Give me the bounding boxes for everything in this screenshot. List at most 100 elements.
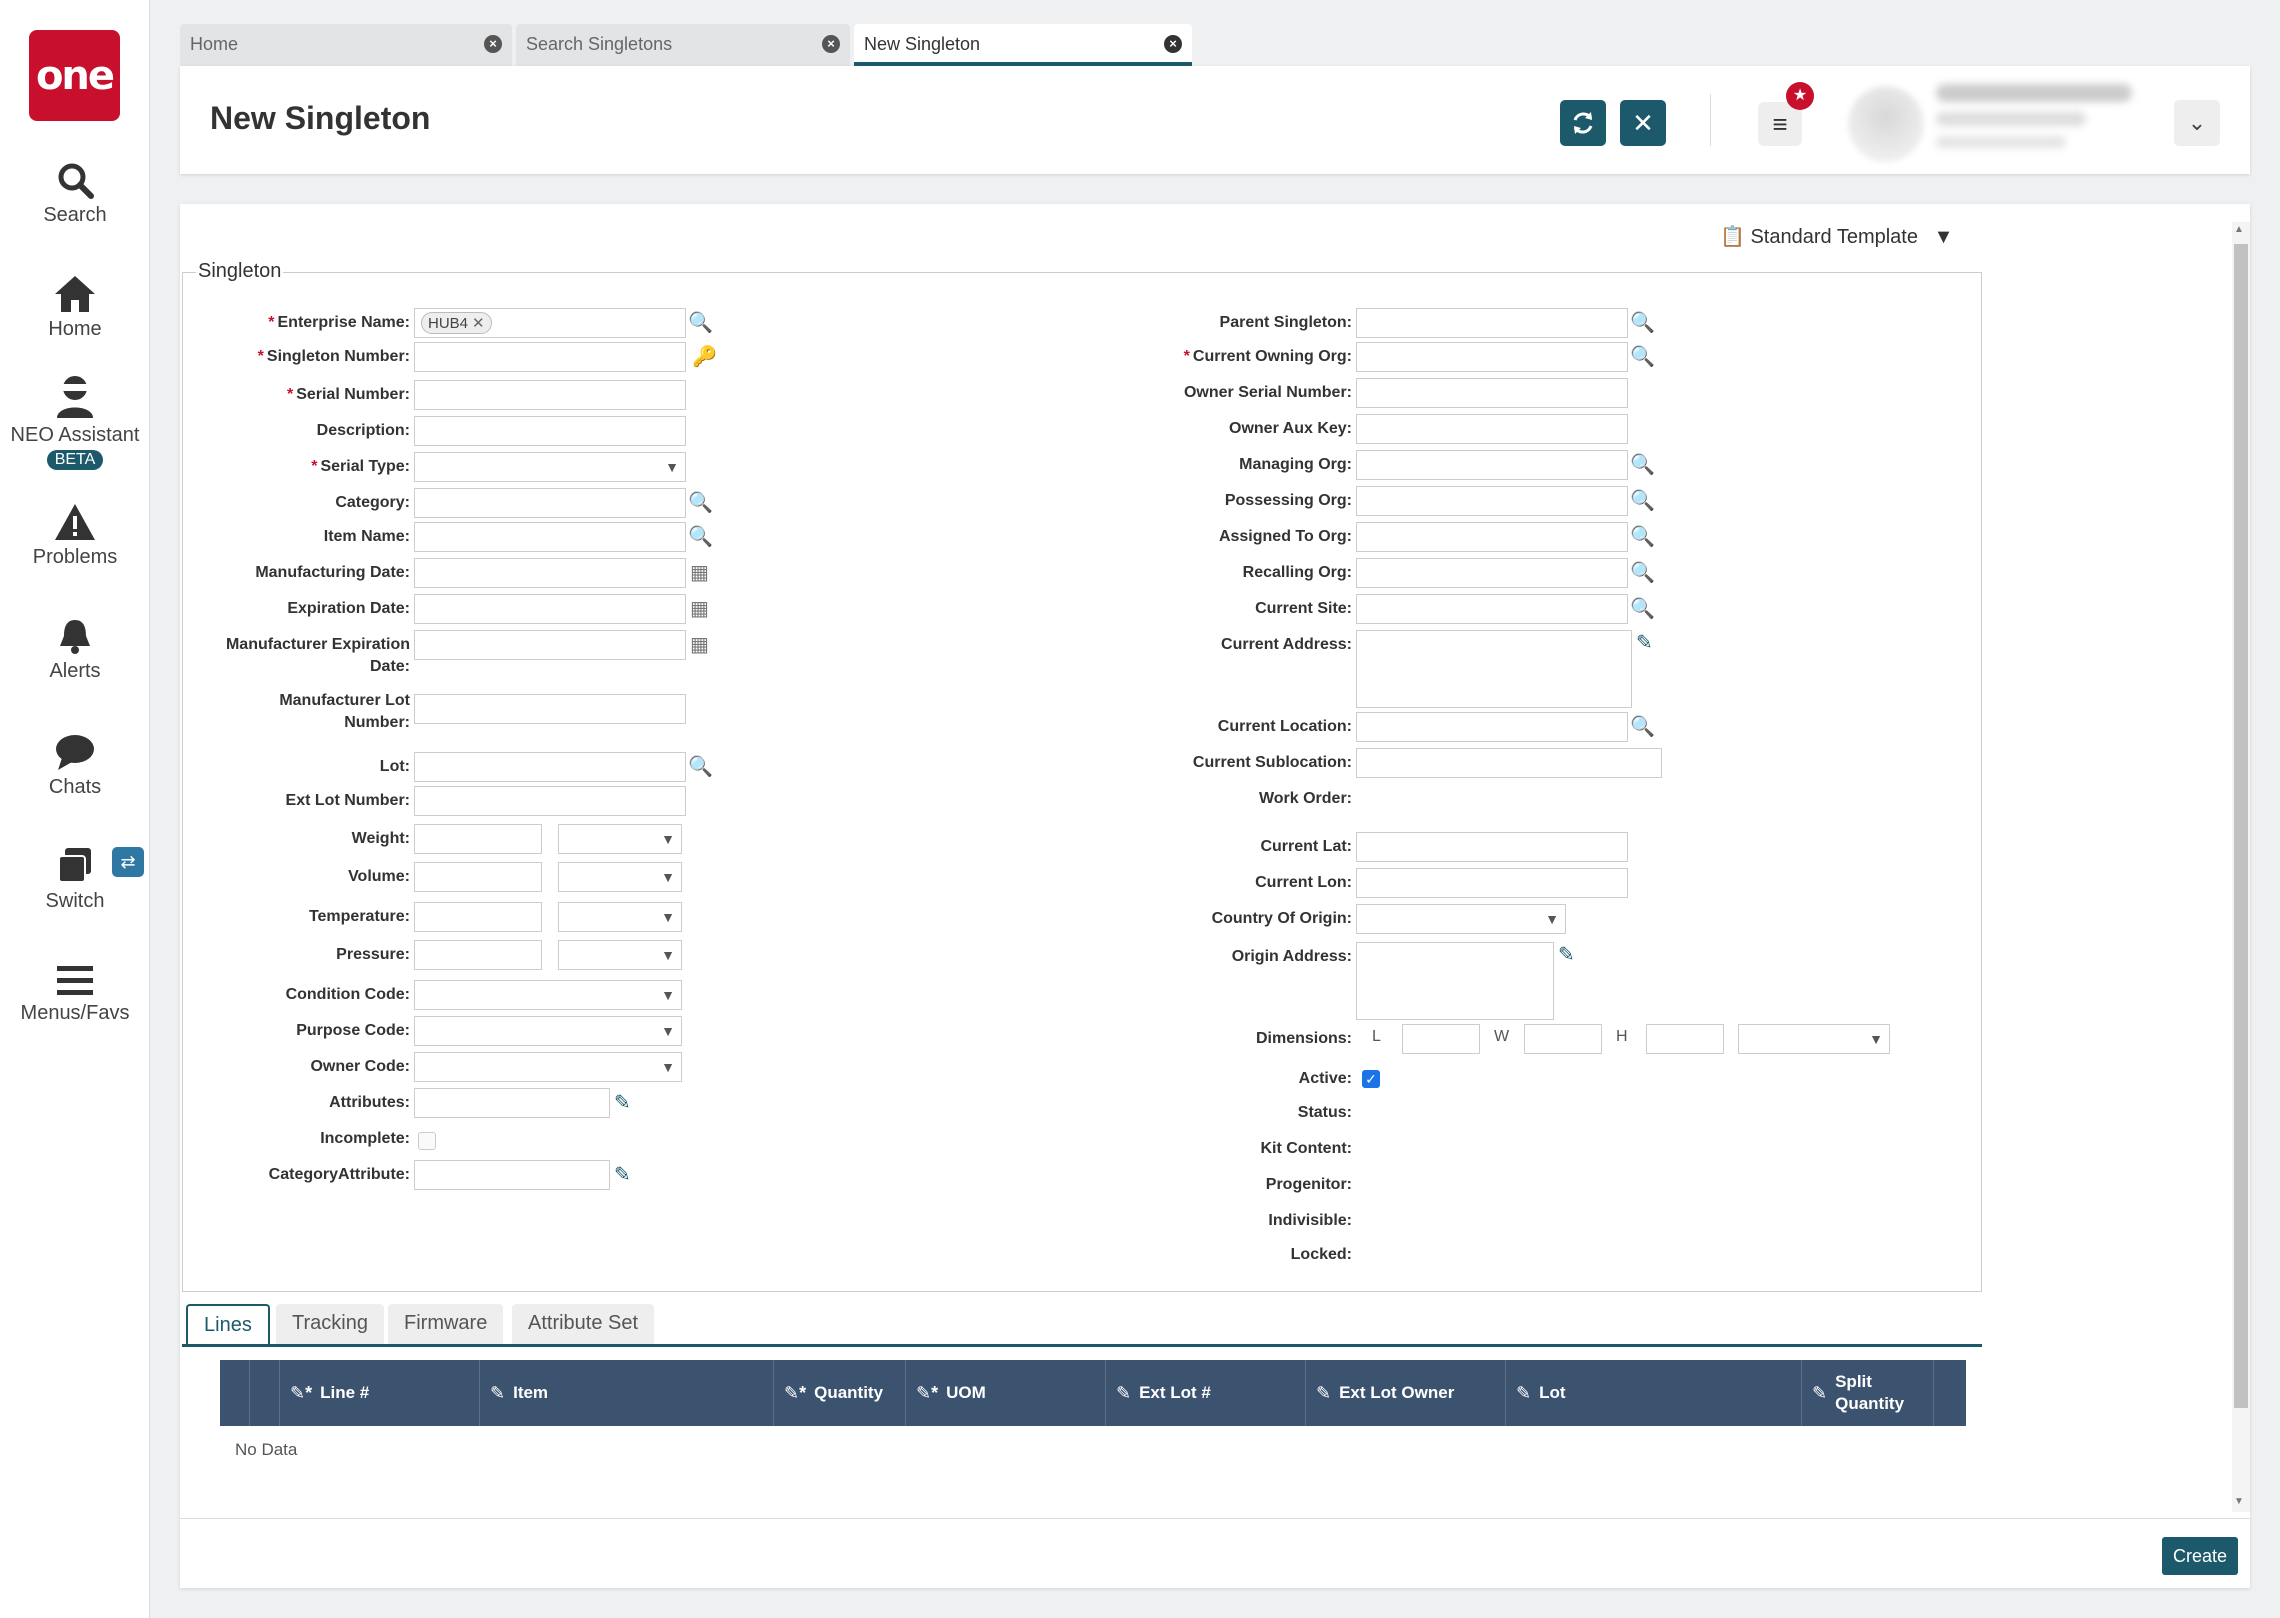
sidebar-item-neo-assistant[interactable]: NEO Assistant BETA <box>0 372 150 470</box>
zoom-search-icon[interactable]: 🔍 <box>688 524 713 548</box>
zoom-search-icon[interactable]: 🔍 <box>1630 560 1655 584</box>
current-sublocation-field[interactable] <box>1356 748 1662 778</box>
tab-search-singletons[interactable]: Search Singletons × <box>516 24 850 66</box>
managing-org-field[interactable] <box>1356 450 1628 480</box>
zoom-search-icon[interactable]: 🔍 <box>1630 714 1655 738</box>
dimension-h-field[interactable] <box>1646 1024 1724 1054</box>
column-uom[interactable]: ✎* UOM <box>906 1360 1106 1426</box>
attributes-field[interactable] <box>414 1088 610 1118</box>
close-icon[interactable]: × <box>484 35 502 53</box>
country-of-origin-select[interactable]: ▼ <box>1356 904 1566 934</box>
calendar-icon[interactable]: ▦ <box>690 560 714 584</box>
edit-icon[interactable]: ✎ <box>614 1162 638 1186</box>
scrollbar-thumb[interactable] <box>2234 244 2248 1408</box>
zoom-search-icon[interactable]: 🔍 <box>1630 344 1655 368</box>
incomplete-checkbox[interactable] <box>418 1132 436 1150</box>
template-selector[interactable]: 📋 Standard Template ▼ <box>1720 224 1953 249</box>
assigned-to-org-field[interactable] <box>1356 522 1628 552</box>
tab-firmware[interactable]: Firmware <box>388 1304 504 1344</box>
volume-field[interactable] <box>414 862 542 892</box>
calendar-icon[interactable]: ▦ <box>690 632 714 656</box>
weight-field[interactable] <box>414 824 542 854</box>
column-line-number[interactable]: ✎* Line # <box>280 1360 480 1426</box>
expiration-date-field[interactable] <box>414 594 686 624</box>
current-address-field[interactable] <box>1356 630 1632 708</box>
enterprise-name-field[interactable]: HUB4 ✕ <box>414 308 686 338</box>
key-icon[interactable]: 🔑 <box>692 344 717 368</box>
possessing-org-field[interactable] <box>1356 486 1628 516</box>
edit-icon[interactable]: ✎ <box>614 1090 638 1114</box>
category-attribute-field[interactable] <box>414 1160 610 1190</box>
owner-code-select[interactable]: ▼ <box>414 1052 682 1082</box>
sidebar-item-problems[interactable]: Problems <box>0 502 150 569</box>
user-menu-dropdown[interactable]: ⌄ <box>2174 100 2220 146</box>
owner-aux-key-field[interactable] <box>1356 414 1628 444</box>
description-field[interactable] <box>414 416 686 446</box>
dimension-w-field[interactable] <box>1524 1024 1602 1054</box>
current-location-field[interactable] <box>1356 712 1628 742</box>
temperature-field[interactable] <box>414 902 542 932</box>
edit-icon[interactable]: ✎ <box>1636 630 1660 654</box>
close-icon[interactable]: × <box>1164 35 1182 53</box>
avatar[interactable] <box>1848 86 1924 162</box>
origin-address-field[interactable] <box>1356 942 1554 1020</box>
refresh-button[interactable] <box>1560 100 1606 146</box>
scroll-down-icon[interactable]: ▼ <box>2234 1496 2244 1507</box>
sidebar-item-search[interactable]: Search <box>0 160 150 227</box>
category-field[interactable] <box>414 488 686 518</box>
item-name-field[interactable] <box>414 522 686 552</box>
volume-uom-select[interactable]: ▼ <box>558 862 682 892</box>
manufacturing-date-field[interactable] <box>414 558 686 588</box>
column-quantity[interactable]: ✎* Quantity <box>774 1360 906 1426</box>
app-logo[interactable]: one <box>29 30 120 121</box>
zoom-search-icon[interactable]: 🔍 <box>1630 310 1655 334</box>
owner-serial-number-field[interactable] <box>1356 378 1628 408</box>
column-ext-lot-number[interactable]: ✎ Ext Lot # <box>1106 1360 1306 1426</box>
tab-attribute-set[interactable]: Attribute Set <box>512 1304 655 1344</box>
tab-home[interactable]: Home × <box>180 24 512 66</box>
tab-lines[interactable]: Lines <box>186 1304 270 1344</box>
parent-singleton-field[interactable] <box>1356 308 1628 338</box>
create-button[interactable]: Create <box>2162 1537 2238 1575</box>
column-lot[interactable]: ✎ Lot <box>1506 1360 1802 1426</box>
zoom-search-icon[interactable]: 🔍 <box>1630 596 1655 620</box>
zoom-search-icon[interactable]: 🔍 <box>1630 488 1655 512</box>
tab-tracking[interactable]: Tracking <box>276 1304 384 1344</box>
ext-lot-number-field[interactable] <box>414 786 686 816</box>
recalling-org-field[interactable] <box>1356 558 1628 588</box>
zoom-search-icon[interactable]: 🔍 <box>688 490 713 514</box>
current-owning-org-field[interactable] <box>1356 342 1628 372</box>
active-checkbox[interactable]: ✓ <box>1362 1070 1380 1088</box>
dimension-uom-select[interactable]: ▼ <box>1738 1024 1890 1054</box>
grid-select-column[interactable] <box>220 1360 250 1426</box>
column-item[interactable]: ✎ Item <box>480 1360 774 1426</box>
zoom-search-icon[interactable]: 🔍 <box>688 754 713 778</box>
column-ext-lot-owner[interactable]: ✎ Ext Lot Owner <box>1306 1360 1506 1426</box>
tab-new-singleton[interactable]: New Singleton × <box>854 24 1192 66</box>
dimension-l-field[interactable] <box>1402 1024 1480 1054</box>
manufacturer-expiration-date-field[interactable] <box>414 630 686 660</box>
remove-icon[interactable]: ✕ <box>472 315 485 332</box>
sidebar-item-menus-favs[interactable]: Menus/Favs <box>0 962 150 1025</box>
sidebar-item-alerts[interactable]: Alerts <box>0 616 150 683</box>
close-button[interactable]: ✕ <box>1620 100 1666 146</box>
serial-number-field[interactable] <box>414 380 686 410</box>
column-split-quantity[interactable]: ✎ Split Quantity <box>1802 1360 1934 1426</box>
scroll-up-icon[interactable]: ▲ <box>2234 224 2244 235</box>
star-icon[interactable]: ★ <box>1786 82 1814 110</box>
current-lon-field[interactable] <box>1356 868 1628 898</box>
manufacturer-lot-number-field[interactable] <box>414 694 686 724</box>
current-site-field[interactable] <box>1356 594 1628 624</box>
current-lat-field[interactable] <box>1356 832 1628 862</box>
singleton-number-field[interactable] <box>414 342 686 372</box>
purpose-code-select[interactable]: ▼ <box>414 1016 682 1046</box>
temperature-uom-select[interactable]: ▼ <box>558 902 682 932</box>
zoom-search-icon[interactable]: 🔍 <box>688 310 713 334</box>
sidebar-item-home[interactable]: Home <box>0 274 150 341</box>
condition-code-select[interactable]: ▼ <box>414 980 682 1010</box>
weight-uom-select[interactable]: ▼ <box>558 824 682 854</box>
close-icon[interactable]: × <box>822 35 840 53</box>
switch-arrows-icon[interactable]: ⇄ <box>112 847 144 877</box>
zoom-search-icon[interactable]: 🔍 <box>1630 452 1655 476</box>
serial-type-select[interactable]: ▼ <box>414 452 686 482</box>
